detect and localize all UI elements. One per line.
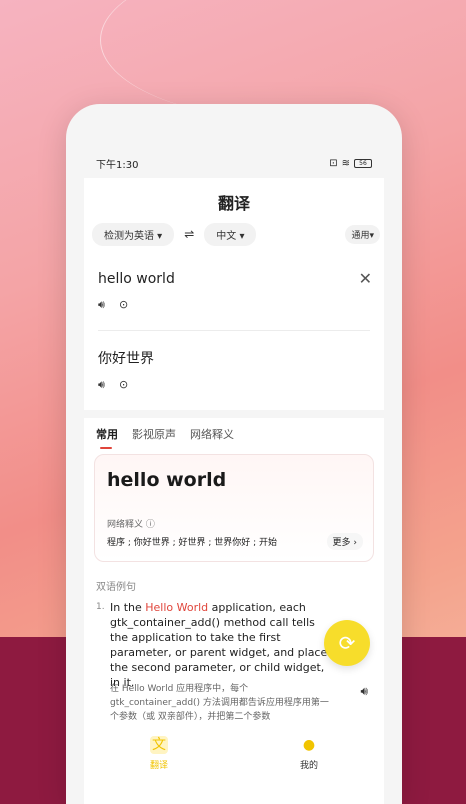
example-en-before: In the xyxy=(110,601,146,614)
status-icons: ⊡ ≋ 56 xyxy=(329,158,372,169)
target-language-select[interactable]: 中文 ▾ xyxy=(204,222,257,246)
nav-item-translate[interactable]: 文 翻译 xyxy=(149,736,168,771)
example-chinese: 在 Hello World 应用程序中，每个 gtk_container_add… xyxy=(110,684,329,722)
alarm-icon: ⊡ xyxy=(329,157,338,169)
example-highlight: Hello World xyxy=(145,601,209,614)
status-bar: 下午1:30 ⊡ ≋ 56 xyxy=(84,148,384,178)
target-language-label: 中文 xyxy=(216,230,237,242)
mode-label: 通用 xyxy=(351,230,370,241)
example-en-after: application, each gtk_container_add() me… xyxy=(110,601,328,689)
tab-common[interactable]: 常用 xyxy=(96,426,118,449)
more-button[interactable]: 更多 › xyxy=(326,533,363,550)
refresh-icon: ⟳ xyxy=(338,631,356,655)
card-definitions: 程序 ; 你好世界 ; 好世界 ; 世界你好 ; 开始 xyxy=(107,538,278,548)
example-english: In the Hello World application, each gtk… xyxy=(110,600,336,690)
translate-icon: 文 xyxy=(149,736,168,754)
page-title: 翻译 xyxy=(217,194,250,213)
card-word: hello world xyxy=(107,469,227,491)
status-time: 下午1:30 xyxy=(96,159,139,171)
card-label: 网络释义 ⓘ xyxy=(107,517,155,530)
speaker-icon[interactable]: 🔊︎ xyxy=(98,378,105,392)
swap-languages-icon[interactable]: ⇌ xyxy=(184,227,194,241)
translate-fab[interactable]: ⟳ xyxy=(324,620,370,666)
source-text[interactable]: hello world xyxy=(98,271,175,287)
more-label: 更多 xyxy=(332,538,351,548)
speaker-icon[interactable]: 🔊︎ xyxy=(98,298,105,312)
source-actions: 🔊︎ ⊙ xyxy=(98,298,128,312)
nav-label: 我的 xyxy=(299,761,318,771)
translation-text: 你好世界 xyxy=(98,351,154,367)
profile-icon: ● xyxy=(302,737,316,753)
battery-icon: 56 xyxy=(354,158,372,168)
source-language-select[interactable]: 检测为英语 ▾ xyxy=(92,222,175,246)
help-icon[interactable]: ⓘ xyxy=(146,520,155,530)
nav-label: 翻译 xyxy=(149,761,168,771)
tab-film-audio[interactable]: 影视原声 xyxy=(132,426,176,442)
examples-section-label: 双语例句 xyxy=(96,582,136,593)
wifi-icon: ≋ xyxy=(341,157,350,169)
translation-actions: 🔊︎ ⊙ xyxy=(98,378,128,392)
result-tabs: 常用 影视原声 网络释义 xyxy=(96,426,234,449)
nav-item-profile[interactable]: ● 我的 xyxy=(300,736,318,771)
app-screen: 下午1:30 ⊡ ≋ 56 翻译 检测为英语 ▾ ⇌ 中文 ▾ 通用▾ hell… xyxy=(84,148,384,804)
divider xyxy=(98,330,370,331)
replay-icon[interactable]: ⊙ xyxy=(119,378,128,392)
tab-web-definitions[interactable]: 网络释义 xyxy=(190,426,234,442)
mode-select[interactable]: 通用▾ xyxy=(345,224,380,244)
language-bar: 检测为英语 ▾ ⇌ 中文 ▾ 通用▾ xyxy=(92,222,384,246)
background-arc xyxy=(100,0,466,120)
definition-card: hello world 网络释义 ⓘ 程序 ; 你好世界 ; 好世界 ; 世界你… xyxy=(94,454,374,562)
example-speaker-icon[interactable]: 🔊︎ xyxy=(360,684,368,699)
card-label-text: 网络释义 xyxy=(107,520,144,530)
bottom-nav: 文 翻译 ● 我的 xyxy=(84,726,384,796)
example-number: 1. xyxy=(96,602,105,612)
section-gap xyxy=(84,410,384,418)
replay-icon[interactable]: ⊙ xyxy=(119,298,128,312)
source-language-label: 检测为英语 xyxy=(104,230,154,242)
clear-icon[interactable]: ✕ xyxy=(359,269,372,288)
phone-frame: 下午1:30 ⊡ ≋ 56 翻译 检测为英语 ▾ ⇌ 中文 ▾ 通用▾ hell… xyxy=(66,104,402,804)
